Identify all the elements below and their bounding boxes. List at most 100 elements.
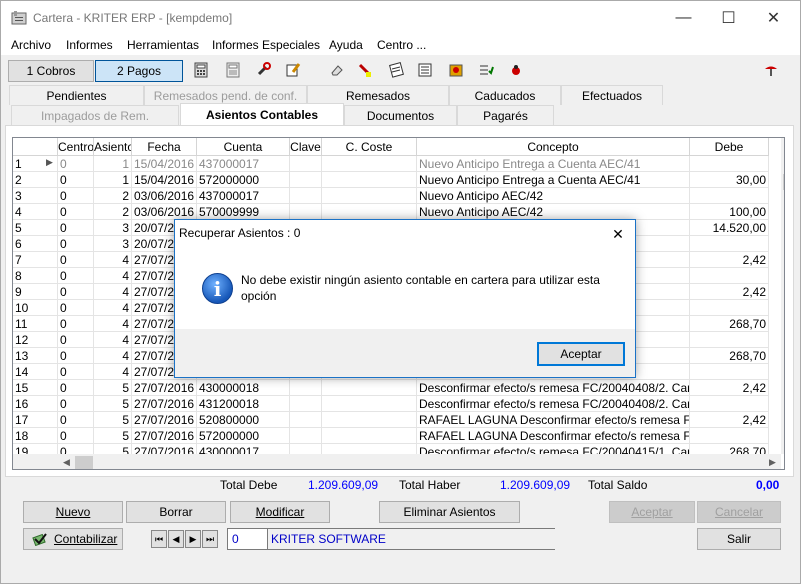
cell-ccoste[interactable] bbox=[322, 380, 417, 396]
cell-clave[interactable] bbox=[290, 156, 322, 172]
maximize-button[interactable]: ☐ bbox=[706, 1, 751, 35]
tab-caducados[interactable]: Caducados bbox=[449, 85, 561, 105]
cell-asiento[interactable]: 4 bbox=[94, 364, 132, 380]
cell-concepto[interactable]: Nuevo Anticipo AEC/42 bbox=[417, 188, 690, 204]
cell-rownum[interactable]: 17 bbox=[13, 412, 58, 428]
col-asiento[interactable]: Asiento bbox=[94, 138, 132, 156]
cell-centro[interactable]: 0 bbox=[58, 204, 94, 220]
cell-cuenta[interactable]: 570009999 bbox=[197, 204, 290, 220]
cell-clave[interactable] bbox=[290, 188, 322, 204]
cell-cuenta[interactable]: 572000000 bbox=[197, 172, 290, 188]
help-icon[interactable] bbox=[762, 61, 780, 79]
cell-asiento[interactable]: 5 bbox=[94, 428, 132, 444]
tab-impagados[interactable]: Impagados de Rem. bbox=[11, 105, 179, 125]
menu-centro[interactable]: Centro ... bbox=[377, 38, 426, 52]
scroll-down-icon[interactable]: ▼ bbox=[781, 437, 784, 454]
cell-centro[interactable]: 0 bbox=[58, 348, 94, 364]
cell-ccoste[interactable] bbox=[322, 156, 417, 172]
cell-cuenta[interactable]: 431200018 bbox=[197, 396, 290, 412]
cell-rownum[interactable]: 18 bbox=[13, 428, 58, 444]
tab-remesados[interactable]: Remesados bbox=[307, 85, 449, 105]
cell-rownum[interactable]: 7 bbox=[13, 252, 58, 268]
cell-centro[interactable]: 0 bbox=[58, 252, 94, 268]
cell-asiento[interactable]: 1 bbox=[94, 172, 132, 188]
cell-cuenta[interactable]: 572000000 bbox=[197, 428, 290, 444]
cell-debe[interactable] bbox=[690, 396, 769, 412]
cell-centro[interactable]: 0 bbox=[58, 412, 94, 428]
col-debe[interactable]: Debe bbox=[690, 138, 769, 156]
next-record-icon[interactable]: ▶ bbox=[185, 530, 201, 548]
cell-asiento[interactable]: 4 bbox=[94, 316, 132, 332]
cell-asiento[interactable]: 4 bbox=[94, 300, 132, 316]
cell-ccoste[interactable] bbox=[322, 204, 417, 220]
cell-rownum[interactable]: 13 bbox=[13, 348, 58, 364]
hscroll-thumb[interactable] bbox=[75, 456, 93, 469]
cell-ccoste[interactable] bbox=[322, 396, 417, 412]
last-record-icon[interactable]: ⏭ bbox=[202, 530, 218, 548]
dialog-ok-button[interactable]: Aceptar bbox=[537, 342, 625, 366]
cell-rownum[interactable]: 6 bbox=[13, 236, 58, 252]
menu-informes-especiales[interactable]: Informes Especiales bbox=[212, 38, 320, 52]
tab-remesados-pend[interactable]: Remesados pend. de conf. bbox=[144, 85, 307, 105]
cell-asiento[interactable]: 3 bbox=[94, 236, 132, 252]
menu-archivo[interactable]: Archivo bbox=[11, 38, 51, 52]
cell-cuenta[interactable]: 430000018 bbox=[197, 380, 290, 396]
cell-debe[interactable] bbox=[690, 300, 769, 316]
cell-debe[interactable] bbox=[690, 188, 769, 204]
tab-efectuados[interactable]: Efectuados bbox=[561, 85, 663, 105]
pagos-button[interactable]: 2 Pagos bbox=[95, 60, 183, 82]
cell-debe[interactable]: 268,70 bbox=[690, 316, 769, 332]
cell-rownum[interactable]: 9 bbox=[13, 284, 58, 300]
cell-rownum[interactable]: 10 bbox=[13, 300, 58, 316]
cell-debe[interactable]: 100,00 bbox=[690, 204, 769, 220]
close-window-button[interactable]: ✕ bbox=[751, 1, 796, 35]
cell-ccoste[interactable] bbox=[322, 412, 417, 428]
cell-concepto[interactable]: Nuevo Anticipo Entrega a Cuenta AEC/41 bbox=[417, 156, 690, 172]
cell-rownum[interactable]: 2 bbox=[13, 172, 58, 188]
paint-icon[interactable] bbox=[356, 61, 374, 79]
scroll-up-icon[interactable]: ▲ bbox=[781, 138, 784, 155]
cell-concepto[interactable]: Nuevo Anticipo Entrega a Cuenta AEC/41 bbox=[417, 172, 690, 188]
cell-debe[interactable]: 14.520,00 bbox=[690, 220, 769, 236]
menu-herramientas[interactable]: Herramientas bbox=[127, 38, 199, 52]
tab-asientos-contables[interactable]: Asientos Contables bbox=[180, 103, 344, 126]
calculator2-icon[interactable] bbox=[224, 61, 242, 79]
cell-ccoste[interactable] bbox=[322, 188, 417, 204]
cell-concepto[interactable]: RAFAEL LAGUNA Desconfirmar efecto/s reme… bbox=[417, 428, 690, 444]
cell-cuenta[interactable]: 437000017 bbox=[197, 188, 290, 204]
cell-rownum[interactable]: 14 bbox=[13, 364, 58, 380]
cell-debe[interactable] bbox=[690, 236, 769, 252]
prev-record-icon[interactable]: ◀ bbox=[168, 530, 184, 548]
scroll-left-icon[interactable]: ◀ bbox=[58, 454, 75, 469]
cell-concepto[interactable]: Desconfirmar efecto/s remesa FC/20040408… bbox=[417, 396, 690, 412]
col-centro[interactable]: Centro bbox=[58, 138, 94, 156]
cell-fecha[interactable]: 15/04/2016 bbox=[132, 172, 197, 188]
scroll-right-icon[interactable]: ▶ bbox=[764, 454, 781, 469]
checklist-icon[interactable] bbox=[477, 61, 495, 79]
cell-fecha[interactable]: 27/07/2016 bbox=[132, 380, 197, 396]
cell-asiento[interactable]: 4 bbox=[94, 348, 132, 364]
cell-rownum[interactable]: 15 bbox=[13, 380, 58, 396]
tab-pagares[interactable]: Pagarés bbox=[457, 105, 554, 125]
cell-clave[interactable] bbox=[290, 204, 322, 220]
cell-asiento[interactable]: 1 bbox=[94, 156, 132, 172]
cell-debe[interactable]: 268,70 bbox=[690, 348, 769, 364]
col-fecha[interactable]: Fecha bbox=[132, 138, 197, 156]
scroll-thumb[interactable] bbox=[783, 174, 784, 190]
cell-centro[interactable]: 0 bbox=[58, 156, 94, 172]
cell-fecha[interactable]: 27/07/2016 bbox=[132, 412, 197, 428]
cell-clave[interactable] bbox=[290, 428, 322, 444]
cell-rownum[interactable]: 4 bbox=[13, 204, 58, 220]
cell-asiento[interactable]: 2 bbox=[94, 188, 132, 204]
cell-centro[interactable]: 0 bbox=[58, 300, 94, 316]
cell-asiento[interactable]: 5 bbox=[94, 412, 132, 428]
cell-centro[interactable]: 0 bbox=[58, 188, 94, 204]
cell-concepto[interactable]: RAFAEL LAGUNA Desconfirmar efecto/s reme… bbox=[417, 412, 690, 428]
cell-clave[interactable] bbox=[290, 396, 322, 412]
nuevo-button[interactable]: Nuevo bbox=[23, 501, 123, 523]
cell-clave[interactable] bbox=[290, 172, 322, 188]
eliminar-asientos-button[interactable]: Eliminar Asientos bbox=[379, 501, 520, 523]
contabilizar-button[interactable]: Contabilizar bbox=[23, 528, 123, 550]
cell-debe[interactable]: 2,42 bbox=[690, 284, 769, 300]
cell-debe[interactable] bbox=[690, 364, 769, 380]
